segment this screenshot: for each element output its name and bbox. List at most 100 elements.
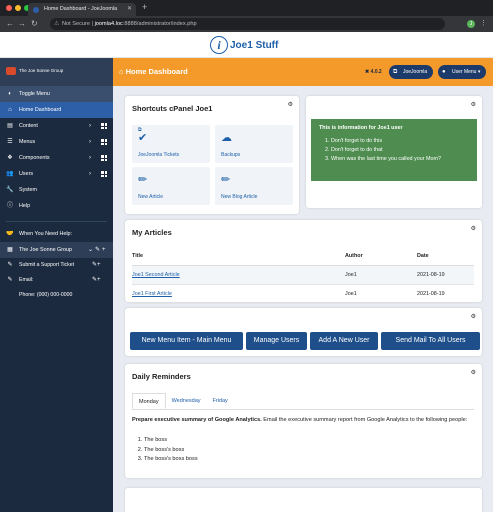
article-date-cell: 2021-08-19 [417,284,474,304]
list-item: The boss's boss [144,446,198,456]
reminders-title: Daily Reminders [132,372,191,381]
dashboard-grid-icon[interactable] [101,139,107,145]
gear-icon[interactable]: ⚙ [471,101,476,108]
forward-icon[interactable]: → [18,19,26,28]
site-button[interactable]: ⧉ JoeJoomla [389,65,434,79]
sidebar-item-home-dashboard[interactable]: ⌂ Home Dashboard [0,102,113,118]
info-icon: ⓘ [6,203,13,209]
back-icon[interactable]: ← [6,19,14,28]
reload-icon[interactable]: ↻ [31,19,38,28]
minimize-window-button[interactable] [15,5,21,11]
close-window-button[interactable] [6,5,12,11]
column-header-date[interactable]: Date [417,247,474,266]
sidebar-item-system[interactable]: 🔧 System [0,182,113,198]
dashboard-grid-icon[interactable] [101,123,107,129]
handshake-icon: 🤝 [6,231,14,237]
item-tools-icon[interactable]: ✎+ [92,258,101,273]
send-mail-button[interactable]: Send Mail To All Users [381,332,480,350]
support-ticket-link[interactable]: ✎ Submit a Support Ticket ✎+ [0,258,113,273]
sidebar-item-label: Help [19,203,31,209]
site-logo[interactable]: i Joe1 Stuff [210,35,278,55]
sidebar-item-components[interactable]: ❖ Components › [0,150,113,166]
user-menu-label: User Menu [452,69,477,75]
shortcut-label: New Blog Article [221,194,258,200]
sidebar-item-label: Users [19,171,34,177]
browser-tab[interactable]: Home Dashboard - JoeJoomla ✕ [28,3,136,16]
sidebar-item-content[interactable]: ▤ Content › [0,118,113,134]
article-link[interactable]: Joe1 First Article [132,291,172,297]
table-header-row: Title Author Date [132,247,474,266]
reminder-bold-text: Prepare executive summary of Google Anal… [132,417,262,423]
browser-menu-icon[interactable]: ⋮ [480,19,487,27]
manage-users-button[interactable]: Manage Users [246,332,307,350]
chevron-right-icon[interactable]: › [89,166,91,182]
brand-header: i Joe1 Stuff [0,32,493,58]
profile-avatar[interactable]: J [467,20,475,28]
new-menu-item-button[interactable]: New Menu Item - Main Menu [130,332,243,350]
sidebar-item-users[interactable]: 👥 Users › [0,166,113,182]
add-icon[interactable]: + [102,242,106,258]
toggle-menu-button[interactable]: ◐ Toggle Menu [0,86,113,102]
chevron-right-icon[interactable]: › [89,134,91,150]
column-header-title[interactable]: Title [132,247,345,266]
shortcut-tile-backups[interactable]: ☁ Backups [215,125,293,163]
external-link-icon: ⧉ [393,69,398,75]
sidebar-item-label: Components [19,155,50,161]
sidebar-brand[interactable]: The Joe Sonne Group [0,58,113,86]
reminder-list: The boss The boss's boss The boss's boss… [132,436,198,465]
chevron-right-icon[interactable]: › [89,118,91,134]
sidebar-item-label: Menus [19,139,36,145]
chevron-down-icon[interactable]: ⌄ [88,242,93,258]
logo-text: Joe1 Stuff [230,39,279,51]
users-icon: 👥 [6,171,14,177]
address-bar-row: ← → ↻ ⚠ Not Secure | joomla4.loc:8888/ad… [0,16,493,32]
item-tools-icon[interactable]: ✎+ [92,273,101,288]
shortcut-tile-new-article[interactable]: ✏ New Article [132,167,210,205]
info-message: This is information for Joe1 user Don't … [311,119,477,181]
gear-icon[interactable]: ⚙ [288,101,293,108]
help-group-item[interactable]: ▦ The Joe Sonne Group ⌄ ✎ + [0,242,113,258]
table-row: Joe1 Second Article Joe1 2021-08-19 [132,265,474,285]
shortcuts-card: Shortcuts cPanel Joe1 ⚙ ⧉ ✔ JoeJoomla Ti… [125,96,299,214]
edit-icon[interactable]: ✎ [95,242,100,258]
favicon-icon [33,6,39,13]
gear-icon[interactable]: ⚙ [471,369,476,376]
tab-monday[interactable]: Monday [132,393,166,409]
tab-wednesday[interactable]: Wednesday [166,393,207,409]
article-link[interactable]: Joe1 Second Article [132,272,180,278]
user-icon: ● [442,69,446,75]
dashboard-grid-icon[interactable] [101,171,107,177]
sidebar-item-help[interactable]: ⓘ Help [0,198,113,214]
close-tab-icon[interactable]: ✕ [127,3,132,16]
email-label: Email: [19,277,34,283]
gear-icon[interactable]: ⚙ [471,313,476,320]
article-date-cell: 2021-08-19 [417,265,474,285]
gear-icon[interactable]: ⚙ [471,225,476,232]
list-icon: ☰ [7,139,13,145]
column-header-author[interactable]: Author [345,247,417,266]
dashboard-grid-icon[interactable] [101,155,107,161]
sidebar-item-menus[interactable]: ☰ Menus › [0,134,113,150]
shortcut-tile-tickets[interactable]: ⧉ ✔ JoeJoomla Tickets [132,125,210,163]
tabs-divider [132,409,474,410]
help-heading: 🤝 When You Need Help: [0,226,113,242]
help-group-label: The Joe Sonne Group [19,247,73,253]
reminder-text: Prepare executive summary of Google Anal… [132,416,474,424]
shortcut-label: JoeJoomla Tickets [138,152,180,158]
new-tab-button[interactable]: + [142,2,147,12]
articles-title: My Articles [132,228,172,237]
cubes-icon: ❖ [7,155,13,161]
shortcut-tile-new-blog-article[interactable]: ✏ New Blog Article [215,167,293,205]
info-list-item: When was the last time you called your M… [331,155,469,164]
articles-table: Title Author Date Joe1 Second Article Jo… [132,247,474,304]
shortcut-label: New Article [138,194,164,200]
user-menu-button[interactable]: ● User Menu ▾ [438,65,487,79]
chevron-right-icon[interactable]: › [89,150,91,166]
tab-friday[interactable]: Friday [207,393,234,409]
email-link[interactable]: ✎ Email: ✎+ [0,273,113,288]
url-field[interactable]: ⚠ Not Secure | joomla4.loc:8888/administ… [50,18,445,30]
info-list-item: Don't forget to do that [331,146,469,155]
add-new-user-button[interactable]: Add A New User [310,332,378,350]
browser-tab-title: Home Dashboard - JoeJoomla [44,6,118,12]
url-security-label: Not Secure [62,21,90,27]
